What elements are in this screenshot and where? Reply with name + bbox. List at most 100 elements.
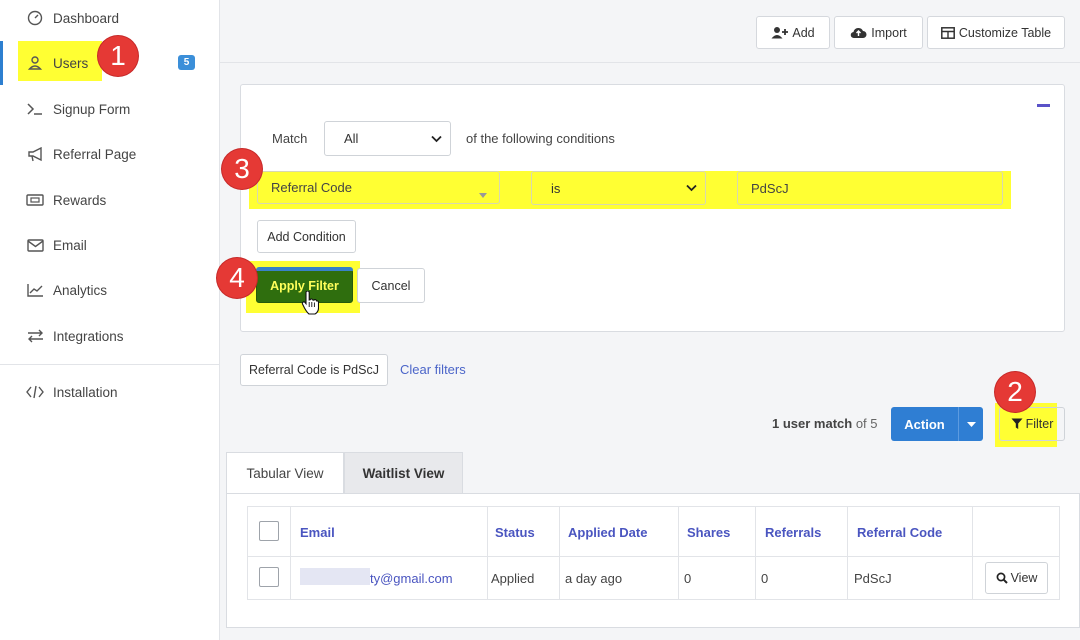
user-icon — [26, 54, 44, 72]
envelope-icon — [26, 236, 44, 254]
row-view-button[interactable]: View — [985, 562, 1048, 594]
sidebar-item-installation[interactable]: Installation — [0, 370, 219, 414]
sidebar-item-label: Rewards — [53, 192, 107, 208]
exchange-arrows-icon — [26, 327, 44, 345]
cloud-upload-icon — [850, 26, 867, 39]
sidebar-item-analytics[interactable]: Analytics — [0, 268, 219, 312]
sidebar-item-label: Signup Form — [53, 101, 131, 117]
chevron-down-icon — [686, 184, 697, 192]
row-referral-code: PdScJ — [854, 571, 892, 586]
value-input-text: PdScJ — [751, 180, 789, 196]
value-input[interactable]: PdScJ — [737, 171, 1003, 205]
terminal-prompt-icon — [26, 100, 44, 118]
hand-pointer-cursor-icon — [301, 290, 320, 318]
column-divider — [755, 507, 756, 600]
ticket-icon — [26, 191, 44, 209]
sidebar-divider — [0, 364, 219, 365]
add-button-label: Add — [792, 25, 815, 40]
match-select-value: All — [344, 131, 359, 146]
add-user-icon — [771, 26, 789, 39]
match-select[interactable]: All — [324, 121, 451, 156]
column-divider — [972, 507, 973, 600]
search-icon — [996, 572, 1008, 584]
step-marker-3: 3 — [222, 149, 262, 189]
sidebar-item-integrations[interactable]: Integrations — [0, 314, 219, 358]
import-button-label: Import — [871, 25, 907, 40]
match-count-bold: 1 user match — [772, 416, 853, 431]
row-checkbox[interactable] — [259, 567, 279, 587]
tab-waitlist-view[interactable]: Waitlist View — [344, 452, 463, 494]
column-divider — [559, 507, 560, 600]
sidebar-item-rewards[interactable]: Rewards — [0, 178, 219, 222]
sidebar-item-label: Installation — [53, 384, 118, 400]
column-header-referrals[interactable]: Referrals — [765, 507, 821, 557]
filter-button-label: Filter — [1025, 417, 1054, 431]
select-all-checkbox[interactable] — [259, 521, 279, 541]
column-header-referral-code[interactable]: Referral Code — [857, 507, 942, 557]
chevron-down-icon — [431, 135, 442, 143]
sidebar-item-referral-page[interactable]: Referral Page — [0, 132, 219, 176]
users-table-card: Email Status Applied Date Shares Referra… — [226, 493, 1080, 628]
sidebar: Dashboard Users 5 Signup Form Referral P… — [0, 0, 220, 640]
column-divider — [678, 507, 679, 600]
sidebar-item-email[interactable]: Email — [0, 223, 219, 267]
column-divider — [847, 507, 848, 600]
column-header-email[interactable]: Email — [300, 507, 335, 557]
sidebar-item-dashboard[interactable]: Dashboard — [0, 0, 219, 40]
caret-down-icon[interactable] — [958, 407, 983, 441]
step-marker-4: 4 — [217, 258, 257, 298]
code-icon — [26, 383, 44, 401]
row-status: Applied — [491, 571, 535, 586]
field-select-value: Referral Code — [271, 180, 352, 195]
column-header-applied-date[interactable]: Applied Date — [568, 507, 647, 557]
collapse-minus-icon[interactable] — [1037, 104, 1050, 107]
cancel-button[interactable]: Cancel — [357, 268, 425, 303]
dashboard-gauge-icon — [26, 9, 44, 27]
top-toolbar: Add Import Customize Table — [220, 0, 1080, 63]
row-email-link[interactable]: ty@gmail.com — [370, 557, 453, 600]
import-button[interactable]: Import — [834, 16, 923, 49]
clear-filters-link[interactable]: Clear filters — [400, 362, 466, 377]
view-button-label: View — [1010, 571, 1038, 585]
match-count: 1 user match of 5 — [772, 416, 878, 431]
funnel-icon — [1011, 418, 1023, 430]
sidebar-item-label: Dashboard — [53, 10, 120, 26]
sidebar-item-label: Users — [53, 55, 89, 71]
operator-select[interactable]: is — [531, 171, 706, 205]
operator-select-value: is — [551, 180, 561, 196]
row-applied-date: a day ago — [565, 571, 623, 586]
sidebar-item-label: Referral Page — [53, 146, 137, 162]
sidebar-item-label: Integrations — [53, 328, 124, 344]
sidebar-item-label: Analytics — [53, 282, 108, 298]
users-table: Email Status Applied Date Shares Referra… — [247, 506, 1060, 600]
match-count-rest: of 5 — [852, 416, 878, 431]
row-shares: 0 — [684, 571, 692, 586]
column-header-shares[interactable]: Shares — [687, 507, 730, 557]
action-button-label: Action — [904, 416, 945, 432]
add-condition-button[interactable]: Add Condition — [257, 220, 356, 253]
filter-panel: Match All of the following conditions Re… — [240, 84, 1065, 332]
sidebar-item-label: Email — [53, 237, 87, 253]
customize-table-label: Customize Table — [958, 25, 1052, 40]
active-filter-chip[interactable]: Referral Code is PdScJ — [240, 354, 388, 386]
megaphone-icon — [26, 145, 44, 163]
conditions-text: of the following conditions — [466, 131, 615, 146]
field-select[interactable]: Referral Code — [257, 171, 500, 204]
customize-table-button[interactable]: Customize Table — [927, 16, 1065, 49]
step-marker-2: 2 — [995, 372, 1035, 412]
row-referrals: 0 — [761, 571, 769, 586]
column-divider — [487, 507, 488, 600]
redacted-email-blur — [300, 568, 370, 585]
filter-button[interactable]: Filter — [999, 407, 1065, 441]
action-split-button[interactable]: Action — [891, 407, 983, 441]
caret-down-icon — [479, 186, 487, 201]
table-icon — [940, 26, 955, 39]
add-button[interactable]: Add — [756, 16, 830, 49]
line-chart-icon — [26, 281, 44, 299]
tab-tabular-view[interactable]: Tabular View — [226, 452, 344, 494]
column-header-status[interactable]: Status — [495, 507, 535, 557]
step-marker-1: 1 — [98, 36, 138, 76]
column-divider — [290, 507, 291, 600]
sidebar-item-signup-form[interactable]: Signup Form — [0, 87, 219, 131]
match-label: Match — [272, 131, 308, 146]
